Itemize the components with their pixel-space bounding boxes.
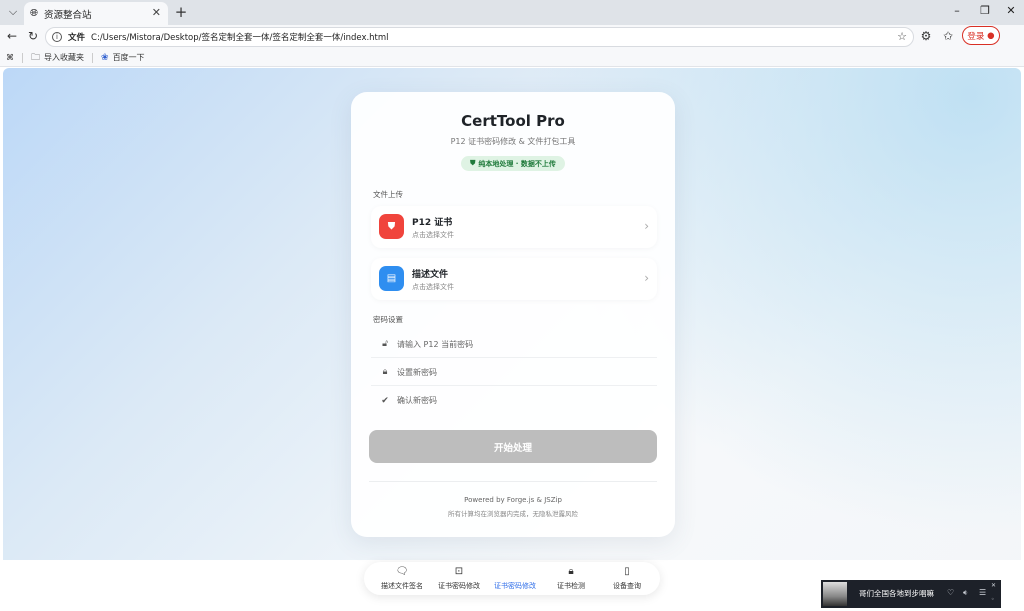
file-icon: ▤ — [379, 266, 404, 291]
nav-item-cert-check[interactable]: 🔒︎ 证书检测 — [543, 566, 599, 591]
info-icon[interactable]: i — [52, 32, 62, 42]
confirm-password-row: ✔ — [371, 387, 657, 414]
app-title: CertTool Pro — [461, 112, 565, 130]
footer-privacy-note: 所有计算均在浏览器内完成，无隐私泄露风险 — [448, 510, 578, 518]
globe-icon: 🌐︎ — [30, 8, 38, 19]
tab-close-icon[interactable]: ✕ — [152, 6, 161, 19]
bookmark-separator — [92, 52, 94, 63]
bookmarks-toggle-icon[interactable]: ⌘ — [6, 53, 14, 62]
login-label: 登录 — [967, 31, 985, 42]
main-card: CertTool Pro P12 证书密码修改 & 文件打包工具 ⛊ 纯本地处理 … — [351, 92, 675, 537]
heart-icon[interactable]: ♡ — [947, 588, 954, 597]
lock-icon: 🔒︎ — [382, 367, 388, 377]
profile-file-name: 描述文件 — [412, 270, 449, 280]
avatar-icon: ● — [987, 30, 995, 41]
back-arrow-icon[interactable]: ← — [4, 29, 20, 43]
extensions-icon[interactable]: ⚙ — [918, 29, 934, 43]
refresh-icon[interactable]: ↻ — [25, 29, 41, 43]
phone-icon: ▯ — [624, 566, 630, 577]
chat-icon: 🗨︎ — [395, 566, 409, 577]
upload-section-label: 文件上传 — [373, 190, 403, 199]
paw-icon: ❀ — [101, 52, 109, 63]
profile-file-hint: 点击选择文件 — [412, 283, 454, 291]
nav-item-cert-password-1[interactable]: ⊡ 证书密码修改 — [431, 566, 487, 591]
bookmark-baidu[interactable]: ❀ 百度一下 — [101, 52, 145, 63]
nav-item-label: 证书检测 — [557, 582, 585, 590]
close-icon[interactable]: ✕ — [991, 582, 996, 589]
footer-divider — [369, 481, 657, 482]
address-url[interactable]: C:/Users/Mistora/Desktop/签名定制全套一体/签名定制全套… — [91, 31, 389, 43]
nav-item-label: 设备查询 — [613, 582, 641, 590]
p12-file-picker[interactable]: ⛊ P12 证书 点击选择文件 › — [371, 206, 657, 248]
folder-icon: 🗀 — [31, 52, 41, 63]
app-subtitle: P12 证书密码修改 & 文件打包工具 — [450, 137, 576, 146]
profile-file-picker[interactable]: ▤ 描述文件 点击选择文件 › — [371, 258, 657, 300]
media-mini-player[interactable]: 哥们全国各地到步唱嘛 ♡ 🔉︎ ☰ ✕ ◦ — [821, 580, 1001, 608]
privacy-badge-label: 纯本地处理 · 数据不上传 — [478, 159, 556, 168]
nav-item-label: 证书密码修改 — [438, 582, 480, 590]
lock-icon: 🔒︎ — [568, 566, 574, 577]
minimize-icon[interactable]: – — [950, 4, 964, 17]
new-password-row: 🔒︎ — [371, 359, 657, 386]
bottom-navigation: 🗨︎ 描述文件签名 ⊡ 证书密码修改 证书密码修改 🔒︎ 证书检测 ▯ 设备查询 — [364, 562, 660, 595]
login-button[interactable]: 登录 ● — [962, 26, 1000, 45]
p12-file-name: P12 证书 — [412, 218, 453, 228]
bookmarks-bar: ⌘ 🗀 导入收藏夹 ❀ 百度一下 — [0, 49, 1024, 67]
nav-item-device-query[interactable]: ▯ 设备查询 — [599, 566, 655, 591]
chevron-right-icon: › — [644, 271, 649, 285]
page-viewport: CertTool Pro P12 证书密码修改 & 文件打包工具 ⛊ 纯本地处理 … — [3, 68, 1021, 611]
new-password-input[interactable] — [397, 367, 637, 377]
bookmark-separator — [22, 52, 23, 63]
close-window-icon[interactable]: ✕ — [1004, 4, 1018, 17]
unlock-icon: 🔓︎ — [382, 339, 388, 349]
shield-icon: ⛊ — [379, 214, 404, 239]
restore-icon[interactable]: ❐ — [978, 4, 992, 17]
bookmark-baidu-label: 百度一下 — [112, 53, 145, 62]
tab-title: 资源整合站 — [44, 9, 92, 21]
current-password-row: 🔓︎ — [371, 331, 657, 358]
confirm-password-input[interactable] — [397, 396, 637, 405]
alert-box-icon: ⊡ — [454, 566, 464, 577]
browser-tab[interactable]: 🌐︎ 资源整合站 ✕ — [24, 2, 168, 25]
favorites-icon[interactable]: ✩ — [940, 29, 956, 43]
media-thumbnail — [823, 582, 847, 606]
password-section-label: 密码设置 — [373, 315, 403, 324]
shield-small-icon: ⛊ — [470, 159, 476, 167]
nav-item-cert-password-2[interactable]: 证书密码修改 — [487, 566, 543, 591]
address-bar[interactable]: i 文件 C:/Users/Mistora/Desktop/签名定制全套一体/签… — [45, 27, 914, 47]
p12-file-hint: 点击选择文件 — [412, 231, 454, 239]
navigation-bar: ← ↻ i 文件 C:/Users/Mistora/Desktop/签名定制全套… — [0, 25, 1024, 49]
new-tab-button[interactable]: + — [172, 3, 190, 21]
browser-window: ⌵ 🌐︎ 资源整合站 ✕ + – ❐ ✕ ← ↻ i 文件 C:/Users/M… — [0, 0, 1024, 611]
expand-icon[interactable]: ◦ — [991, 596, 995, 603]
bookmark-import[interactable]: 🗀 导入收藏夹 — [31, 50, 84, 66]
star-icon[interactable]: ☆ — [897, 30, 907, 43]
volume-icon[interactable]: 🔉︎ — [963, 588, 968, 598]
tab-menu-chevron-icon[interactable]: ⌵ — [3, 3, 23, 21]
nav-item-label: 证书密码修改 — [494, 582, 536, 590]
bookmark-import-label: 导入收藏夹 — [44, 53, 85, 62]
dot-icon — [487, 566, 543, 578]
list-icon[interactable]: ☰ — [979, 588, 986, 597]
nav-item-profile-sign[interactable]: 🗨︎ 描述文件签名 — [374, 566, 430, 591]
tab-strip: ⌵ 🌐︎ 资源整合站 ✕ + – ❐ ✕ — [0, 0, 1024, 25]
privacy-badge: ⛊ 纯本地处理 · 数据不上传 — [461, 156, 565, 171]
chevron-right-icon: › — [644, 219, 649, 233]
nav-item-label: 描述文件签名 — [381, 582, 423, 590]
address-scheme-label: 文件 — [68, 33, 86, 43]
check-circle-icon: ✔ — [381, 395, 389, 406]
footer-powered-by: Powered by Forge.js & JSZip — [464, 496, 562, 504]
current-password-input[interactable] — [397, 339, 637, 349]
start-process-button[interactable]: 开始处理 — [369, 430, 657, 463]
media-title: 哥们全国各地到步唱嘛 — [859, 589, 934, 598]
